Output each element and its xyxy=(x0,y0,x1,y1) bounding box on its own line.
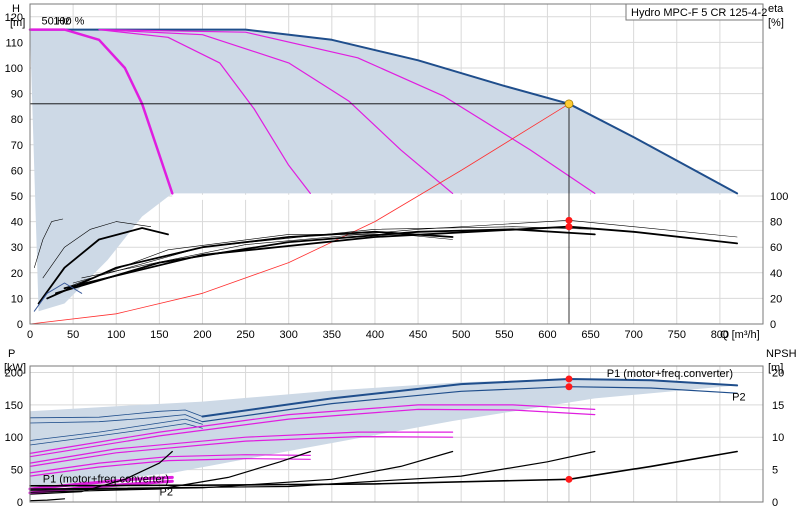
y-tick-label: 70 xyxy=(11,140,23,152)
y-tick-label: 0 xyxy=(17,319,23,331)
top-annotations: 50 Hz100 % xyxy=(41,15,84,27)
operating-marker xyxy=(565,375,573,383)
curve-annotation: P1 (motor+freq.converter) xyxy=(43,474,169,486)
x-tick-label: 250 xyxy=(236,329,254,341)
curve-annotation: P2 xyxy=(160,487,173,499)
efficiency-marker xyxy=(565,216,573,224)
x-tick-label: 550 xyxy=(495,329,513,341)
y-tick-label: 20 xyxy=(11,268,23,280)
eta-axis-label-1: eta xyxy=(768,3,784,15)
efficiency-marker xyxy=(565,223,573,231)
eta-tick-label: 20 xyxy=(770,293,782,305)
envelope-gap xyxy=(172,194,738,200)
y-tick-label: 90 xyxy=(11,89,23,101)
curve-annotation: P2 xyxy=(732,391,745,403)
curve-annotation: P1 (motor+freq.converter) xyxy=(607,368,733,380)
x-tick-label: 700 xyxy=(624,329,642,341)
series-line xyxy=(29,498,66,502)
h-axis-label-1: H xyxy=(12,3,20,15)
eta-tick-label: 80 xyxy=(770,217,782,229)
y-tick-label: 40 xyxy=(11,217,23,229)
x-tick-label: 50 xyxy=(67,329,79,341)
eta-axis-label-2: [%] xyxy=(768,17,784,29)
series-line xyxy=(64,234,453,289)
bottom-panel: 05010015020005101520 P1 (motor+freq.conv… xyxy=(4,348,797,509)
x-tick-label: 600 xyxy=(538,329,556,341)
npsh-axis-label-2: [m] xyxy=(768,362,783,374)
h-axis-label-2: [m] xyxy=(10,17,25,29)
p-tick-label: 100 xyxy=(5,432,23,444)
y-tick-label: 100 xyxy=(5,63,23,75)
x-tick-label: 450 xyxy=(409,329,427,341)
y-tick-label: 10 xyxy=(11,293,23,305)
eta-tick-label: 0 xyxy=(770,319,776,331)
y-tick-label: 60 xyxy=(11,165,23,177)
y-tick-label: 50 xyxy=(11,191,23,203)
x-tick-label: 150 xyxy=(150,329,168,341)
npsh-tick-label: 5 xyxy=(772,465,778,477)
x-tick-label: 500 xyxy=(452,329,470,341)
operating-marker xyxy=(565,475,573,483)
npsh-axis-label-1: NPSH xyxy=(766,348,797,360)
p-tick-label: 150 xyxy=(5,400,23,412)
p-axis-label-2: [kW] xyxy=(4,362,26,374)
curve-annotation: 100 % xyxy=(53,15,84,27)
x-axis-label: Q [m³/h] xyxy=(720,329,760,341)
operating-marker xyxy=(565,383,573,391)
npsh-tick-label: 15 xyxy=(772,400,784,412)
eta-tick-label: 40 xyxy=(770,268,782,280)
chart-title: Hydro MPC-F 5 CR 125-4-2 xyxy=(631,7,767,19)
eta-tick-label: 100 xyxy=(770,191,788,203)
x-tick-label: 0 xyxy=(27,329,33,341)
p-tick-label: 50 xyxy=(11,465,23,477)
x-tick-label: 750 xyxy=(668,329,686,341)
x-tick-label: 350 xyxy=(323,329,341,341)
x-tick-label: 650 xyxy=(581,329,599,341)
eta-tick-label: 60 xyxy=(770,242,782,254)
x-tick-label: 300 xyxy=(280,329,298,341)
top-panel: 0 50 100 150 200 250 300 350 400 450 500 550 600 650 7… xyxy=(5,3,789,341)
npsh-tick-label: 10 xyxy=(772,432,784,444)
p-axis-label-1: P xyxy=(8,348,15,360)
y-tick-label: 80 xyxy=(11,114,23,126)
p-tick-label: 0 xyxy=(17,497,23,509)
x-tick-label: 100 xyxy=(107,329,125,341)
x-tick-label: 200 xyxy=(193,329,211,341)
y-tick-label: 30 xyxy=(11,242,23,254)
npsh-tick-label: 0 xyxy=(772,497,778,509)
x-tick-label: 400 xyxy=(366,329,384,341)
duty-point-marker xyxy=(564,99,574,109)
pump-performance-chart: 0 50 100 150 200 250 300 350 400 450 500 550 600 650 7… xyxy=(4,3,797,509)
y-tick-label: 110 xyxy=(5,37,23,49)
